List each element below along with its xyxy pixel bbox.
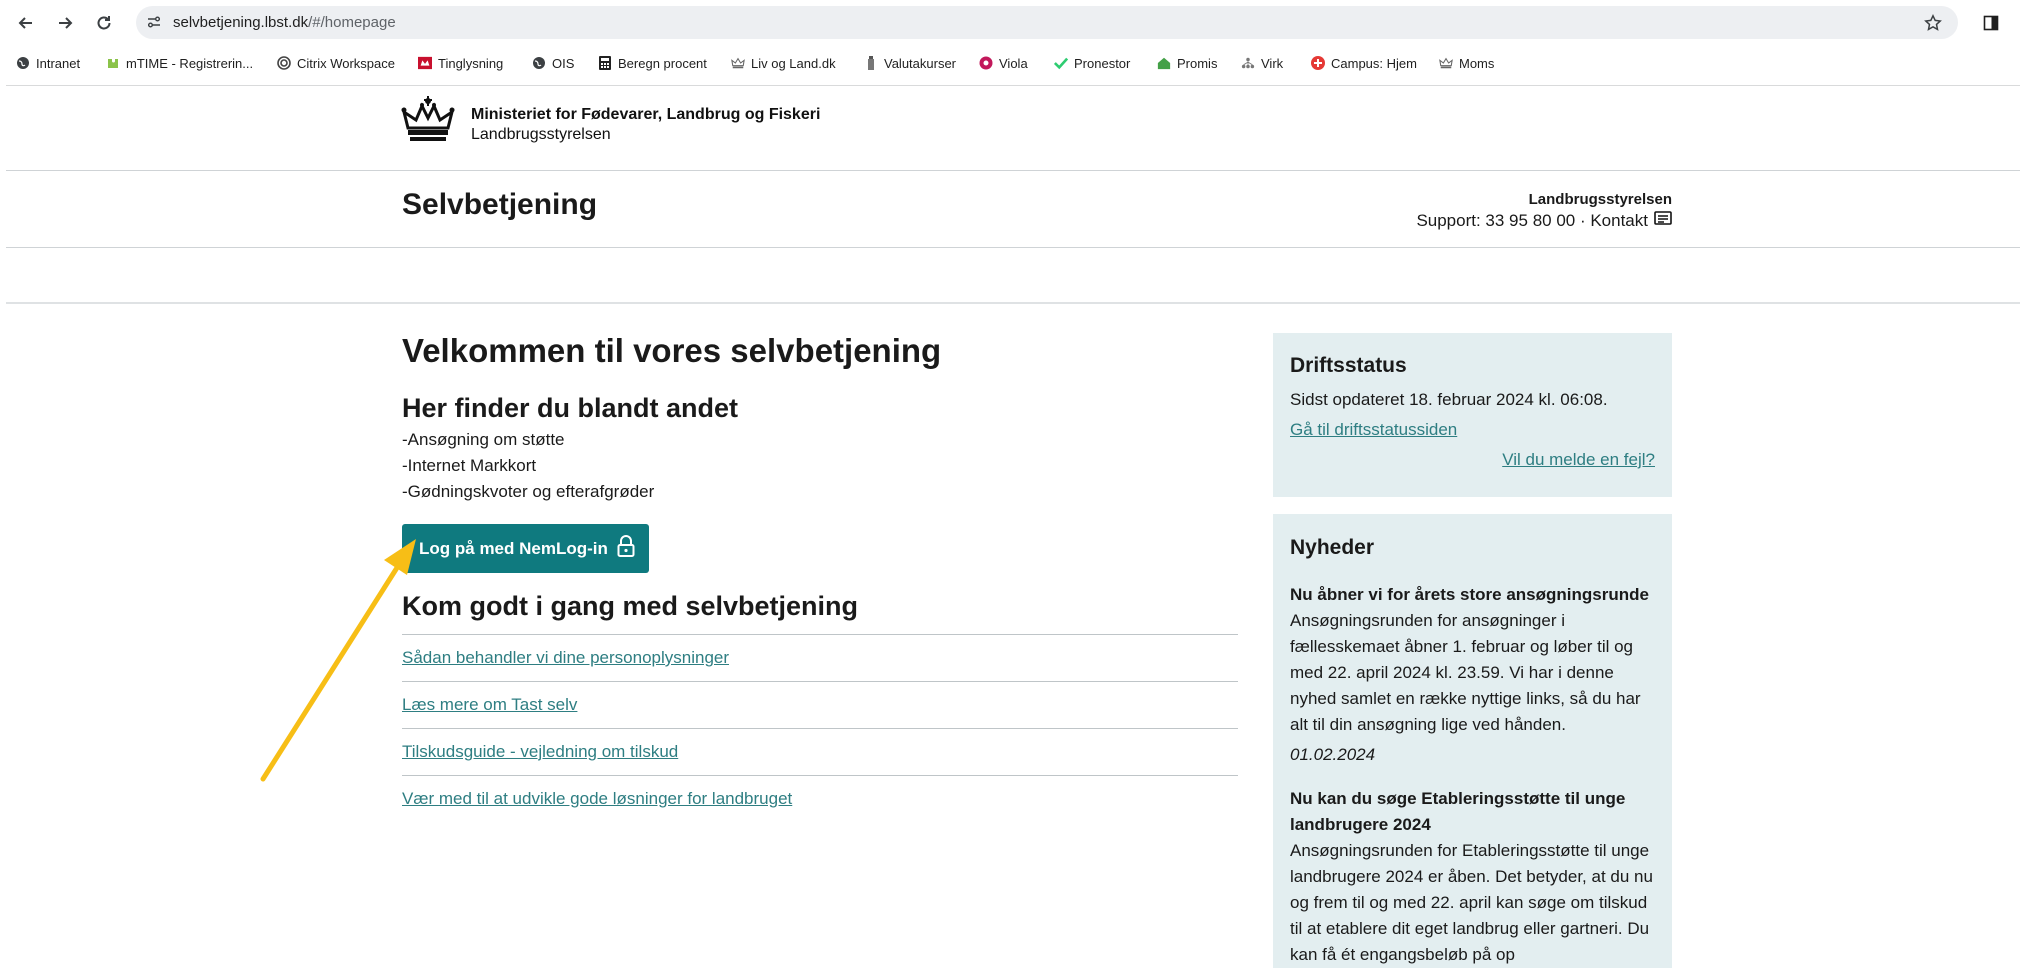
site-settings-icon[interactable]	[142, 10, 166, 34]
getting-started-heading: Kom godt i gang med selvbetjening	[402, 591, 859, 621]
lock-icon	[617, 535, 635, 562]
list-item: -Ansøgning om støtte	[402, 430, 565, 449]
browser-chrome: selvbetjening.lbst.dk/#/homepage Intrane…	[0, 0, 2020, 86]
list-item: Sådan behandler vi dine personoplysninge…	[402, 634, 1238, 681]
forward-arrow-icon[interactable]	[52, 10, 78, 36]
news-heading[interactable]: Nu kan du søge Etableringsstøtte til ung…	[1290, 786, 1660, 838]
list-item: Vær med til at udvikle gode løsninger fo…	[402, 775, 1238, 822]
bookmark-tinglysning[interactable]: Tinglysning	[418, 53, 503, 73]
site-title[interactable]: Selvbetjening	[402, 188, 597, 222]
bookmark-ois[interactable]: OIS	[532, 53, 574, 73]
crown-icon	[1439, 56, 1453, 70]
list-item: -Internet Markkort	[402, 456, 537, 475]
support-org: Landbrugsstyrelsen	[1528, 191, 1672, 208]
status-title: Driftsstatus	[1290, 354, 1407, 377]
news-heading[interactable]: Nu åbner vi for årets store ansøgningsru…	[1290, 582, 1660, 608]
url-text[interactable]: selvbetjening.lbst.dk/#/homepage	[173, 14, 396, 31]
ministry-name: Ministeriet for Fødevarer, Landbrug og F…	[471, 106, 821, 123]
tower-icon	[864, 56, 878, 70]
status-updated: Sidst opdateret 18. februar 2024 kl. 06:…	[1290, 390, 1608, 409]
home-icon	[1157, 56, 1171, 70]
chrome-divider	[6, 85, 2020, 86]
bookmark-moms[interactable]: Moms	[1439, 53, 1494, 73]
news-item: Nu åbner vi for årets store ansøgningsru…	[1290, 582, 1660, 768]
getting-started-links: Sådan behandler vi dine personoplysninge…	[402, 634, 1238, 822]
address-bar[interactable]	[136, 6, 1958, 39]
login-label: Log på med NemLog-in	[419, 538, 608, 558]
link-develop-solutions[interactable]: Vær med til at udvikle gode løsninger fo…	[402, 789, 792, 809]
link-tast-selv[interactable]: Læs mere om Tast selv	[402, 695, 577, 715]
list-item: Tilskudsguide - vejledning om tilskud	[402, 728, 1238, 775]
globe-icon	[16, 56, 30, 70]
support-text[interactable]: Support: 33 95 80 00 · Kontakt	[1416, 211, 1648, 231]
bookmark-beregn-procent[interactable]: Beregn procent	[598, 53, 707, 73]
bookmark-citrix[interactable]: Citrix Workspace	[277, 53, 395, 73]
bookmark-viola[interactable]: Viola	[979, 53, 1028, 73]
tinglysning-icon	[418, 56, 432, 70]
find-list: -Ansøgning om støtte -Internet Markkort …	[402, 427, 654, 505]
globe-icon	[532, 56, 546, 70]
find-heading: Her finder du blandt andet	[402, 393, 739, 423]
nemlogin-button[interactable]: Log på med NemLog-in	[402, 524, 649, 573]
network-icon	[1241, 56, 1255, 70]
citrix-icon	[277, 56, 291, 70]
bookmark-virk[interactable]: Virk	[1241, 53, 1283, 73]
crown-icon	[731, 56, 745, 70]
news-item: Nu kan du søge Etableringsstøtte til ung…	[1290, 786, 1660, 968]
bookmark-intranet[interactable]: Intranet	[16, 53, 80, 73]
back-arrow-icon[interactable]	[13, 10, 39, 36]
bookmark-campus[interactable]: Campus: Hjem	[1311, 53, 1417, 73]
list-item: Læs mere om Tast selv	[402, 681, 1238, 728]
bookmark-star-icon[interactable]	[1920, 10, 1946, 36]
bookmarks-bar: Intranet mTIME - Registrerin... Citrix W…	[0, 48, 2020, 78]
link-personal-data[interactable]: Sådan behandler vi dine personoplysninge…	[402, 648, 729, 668]
news-date: 01.02.2024	[1290, 745, 1376, 764]
news-body: Ansøgningsrunden for Etableringsstøtte t…	[1290, 841, 1653, 964]
contact-icon[interactable]	[1654, 210, 1672, 231]
news-body: Ansøgningsrunden for ansøgninger i fælle…	[1290, 611, 1641, 734]
news-title: Nyheder	[1290, 536, 1375, 559]
check-icon	[1054, 56, 1068, 70]
bookmark-liv-og-land[interactable]: Liv og Land.dk	[731, 53, 836, 73]
reload-icon[interactable]	[91, 10, 117, 36]
plus-icon	[1311, 56, 1325, 70]
bookmark-pronestor[interactable]: Pronestor	[1054, 53, 1130, 73]
bookmark-valutakurser[interactable]: Valutakurser	[864, 53, 956, 73]
bookmark-mtime[interactable]: mTIME - Registrerin...	[106, 53, 253, 73]
agency-name: Landbrugsstyrelsen	[471, 126, 611, 143]
welcome-heading: Velkommen til vores selvbetjening	[402, 332, 942, 369]
report-error-link[interactable]: Vil du melde en fejl?	[1502, 450, 1655, 470]
header-divider	[6, 302, 2020, 304]
puzzle-icon	[106, 56, 120, 70]
annotation-arrow-icon	[260, 539, 416, 782]
status-panel: Driftsstatus Sidst opdateret 18. februar…	[1273, 333, 1672, 497]
header-divider	[6, 170, 2020, 171]
news-panel: Nyheder Nu åbner vi for årets store ansø…	[1273, 514, 1672, 968]
viola-icon	[979, 56, 993, 70]
header-divider	[6, 247, 2020, 248]
support-line: Support: 33 95 80 00 · Kontakt	[1416, 210, 1672, 231]
status-page-link[interactable]: Gå til driftsstatussiden	[1290, 420, 1457, 440]
bookmark-promis[interactable]: Promis	[1157, 53, 1217, 73]
link-tilskudsguide[interactable]: Tilskudsguide - vejledning om tilskud	[402, 742, 678, 762]
crown-logo-icon	[400, 94, 456, 144]
list-item: -Gødningskvoter og efterafgrøder	[402, 482, 655, 501]
calculator-icon	[598, 56, 612, 70]
side-panel-icon[interactable]	[1978, 10, 2004, 36]
